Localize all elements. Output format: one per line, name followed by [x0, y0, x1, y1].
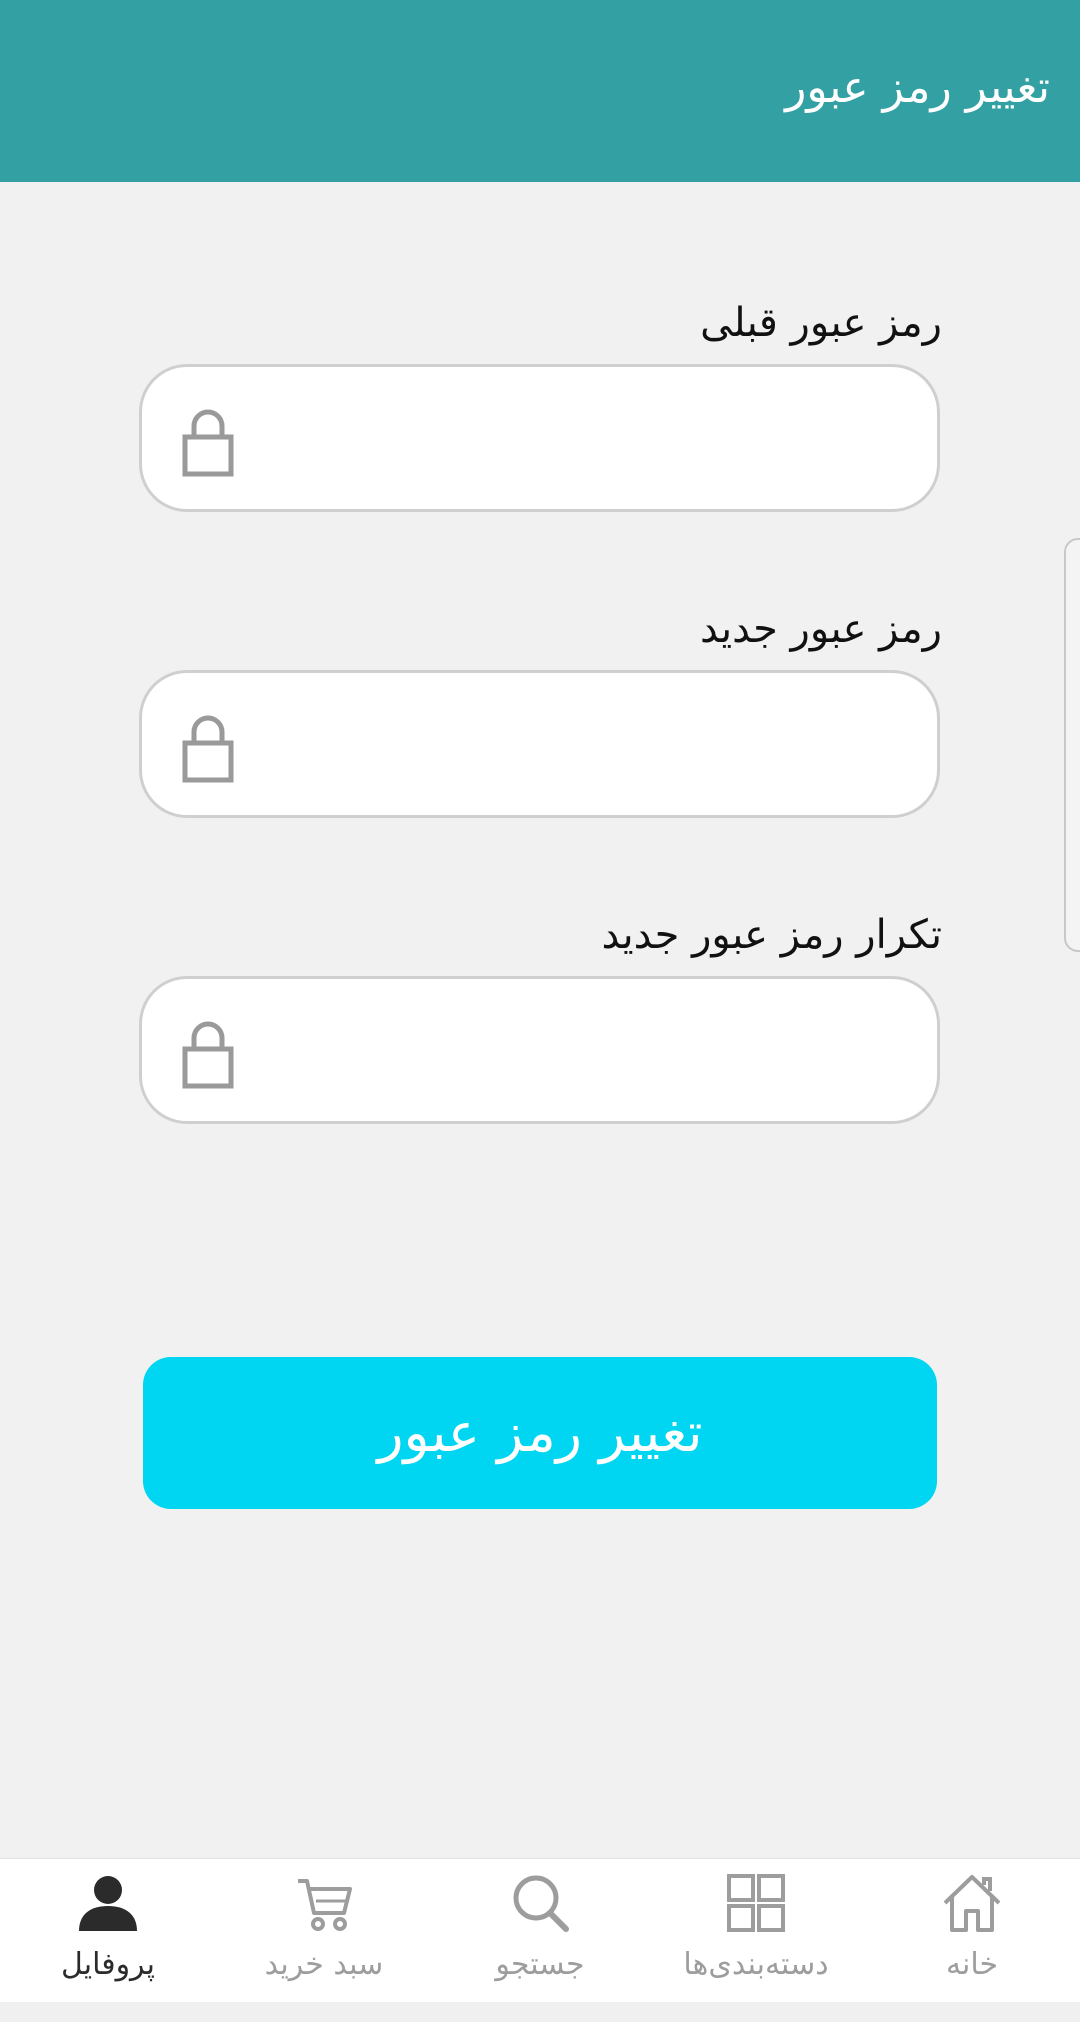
page-title: تغییر رمز عبور	[785, 62, 1050, 113]
app-header: تغییر رمز عبور	[0, 0, 1080, 182]
nav-label: سبد خرید	[264, 1947, 384, 1982]
nav-item-cart[interactable]: سبد خرید	[216, 1859, 432, 2003]
change-password-button[interactable]: تغییر رمز عبور	[143, 1357, 937, 1509]
nav-item-search[interactable]: جستجو	[432, 1859, 648, 2003]
lock-icon	[182, 715, 234, 783]
nav-item-home[interactable]: خانه	[864, 1859, 1080, 2003]
cart-icon	[298, 1879, 352, 1931]
nav-label: خانه	[945, 1947, 999, 1982]
system-bottom-strip	[0, 2002, 1080, 2022]
side-drawer-handle[interactable]	[1064, 538, 1080, 952]
grid-icon	[727, 1874, 785, 1932]
nav-label: پروفایل	[61, 1947, 155, 1982]
old-password-label: رمز عبور قبلی	[700, 300, 942, 346]
nav-item-categories[interactable]: دسته‌بندی‌ها	[648, 1859, 864, 2003]
old-password-field[interactable]	[139, 364, 940, 512]
old-password-input[interactable]	[262, 367, 897, 509]
nav-label: دسته‌بندی‌ها	[683, 1947, 829, 1982]
repeat-password-field[interactable]	[139, 976, 940, 1124]
home-icon	[943, 1875, 1001, 1932]
bottom-navigation: پروفایل سبد خرید جستجو دسته‌بندی‌ها	[0, 1858, 1080, 2003]
lock-icon	[182, 1021, 234, 1089]
nav-label: جستجو	[495, 1947, 585, 1982]
new-password-field[interactable]	[139, 670, 940, 818]
repeat-password-input[interactable]	[262, 979, 897, 1121]
search-icon	[513, 1875, 569, 1932]
user-icon	[79, 1876, 137, 1931]
repeat-password-label: تکرار رمز عبور جدید	[601, 912, 942, 958]
new-password-input[interactable]	[262, 673, 897, 815]
nav-item-profile[interactable]: پروفایل	[0, 1859, 216, 2003]
new-password-label: رمز عبور جدید	[699, 606, 942, 652]
lock-icon	[182, 409, 234, 477]
